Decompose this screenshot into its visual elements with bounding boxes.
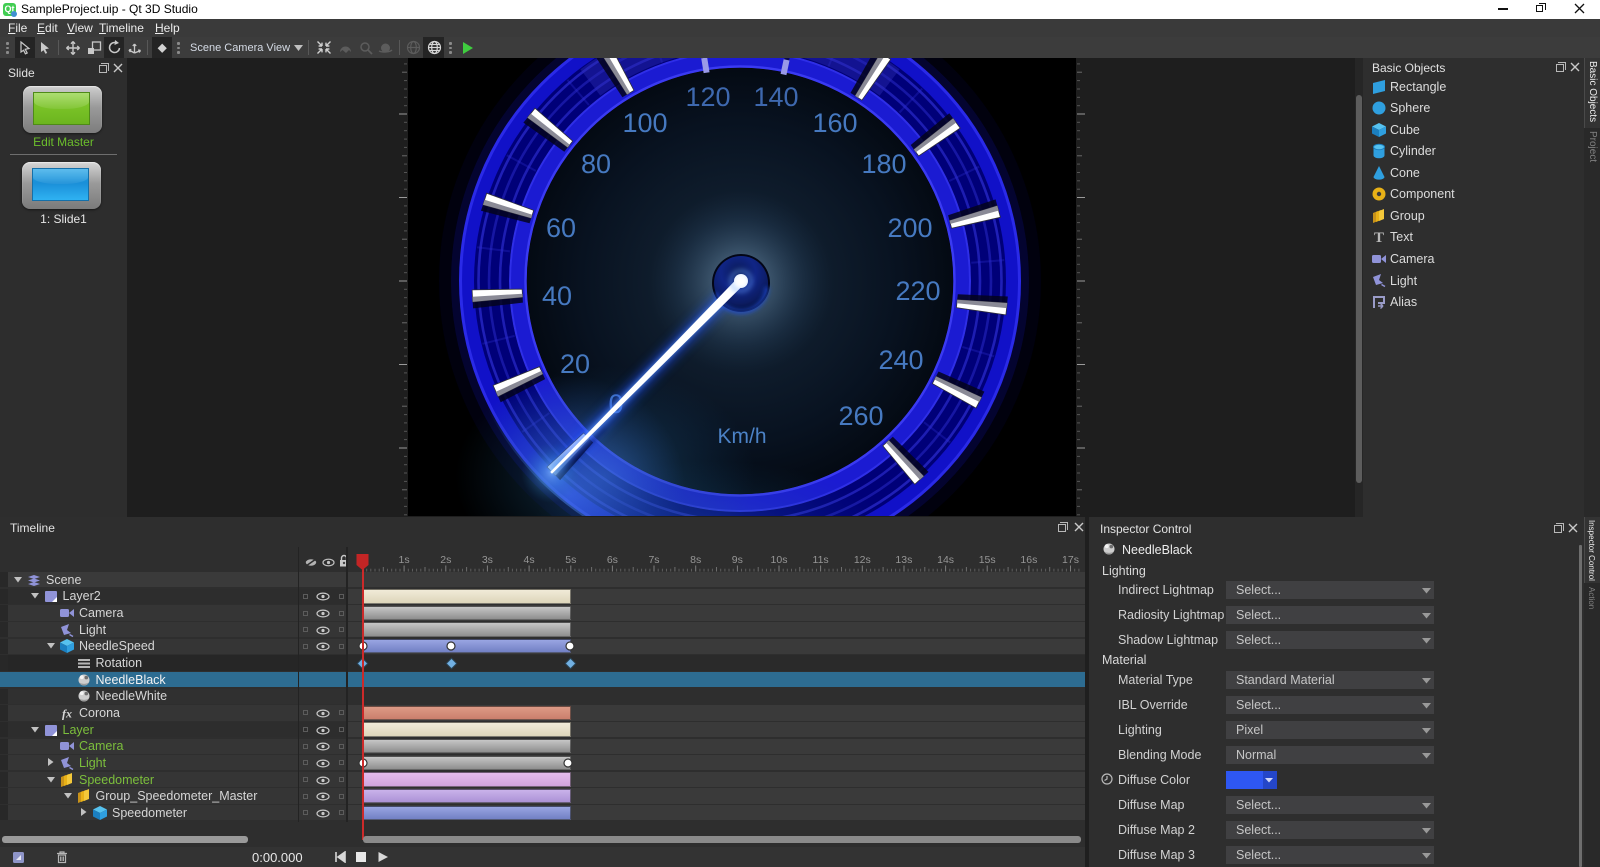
svg-text:40: 40	[542, 281, 572, 311]
svg-text:Km/h: Km/h	[717, 425, 766, 448]
svg-text:140: 140	[753, 82, 798, 112]
svg-text:60: 60	[546, 213, 576, 243]
svg-text:80: 80	[581, 149, 611, 179]
svg-text:20: 20	[560, 349, 590, 379]
svg-text:200: 200	[887, 213, 932, 243]
svg-text:9s: 9s	[732, 554, 743, 566]
svg-text:3s: 3s	[482, 554, 493, 566]
svg-text:17s: 17s	[1062, 554, 1079, 566]
svg-text:15s: 15s	[979, 554, 996, 566]
svg-text:180: 180	[861, 149, 906, 179]
svg-text:11s: 11s	[813, 554, 829, 566]
svg-text:4s: 4s	[524, 554, 535, 566]
svg-text:260: 260	[838, 401, 883, 431]
svg-text:160: 160	[812, 108, 857, 138]
svg-text:120: 120	[685, 82, 730, 112]
svg-text:2s: 2s	[440, 554, 451, 566]
svg-text:14s: 14s	[937, 554, 954, 566]
svg-text:240: 240	[878, 345, 923, 375]
svg-text:100: 100	[622, 108, 667, 138]
svg-text:220: 220	[895, 276, 940, 306]
svg-text:6s: 6s	[607, 554, 618, 566]
svg-text:fx: fx	[62, 706, 72, 720]
svg-text:16s: 16s	[1020, 554, 1037, 566]
svg-text:7s: 7s	[648, 554, 659, 566]
svg-text:13s: 13s	[895, 554, 912, 566]
svg-text:12s: 12s	[854, 554, 871, 566]
svg-text:5s: 5s	[565, 554, 576, 566]
svg-text:8s: 8s	[690, 554, 701, 566]
svg-text:T: T	[1374, 230, 1384, 245]
svg-text:1s: 1s	[399, 554, 410, 566]
svg-text:10s: 10s	[771, 554, 788, 566]
